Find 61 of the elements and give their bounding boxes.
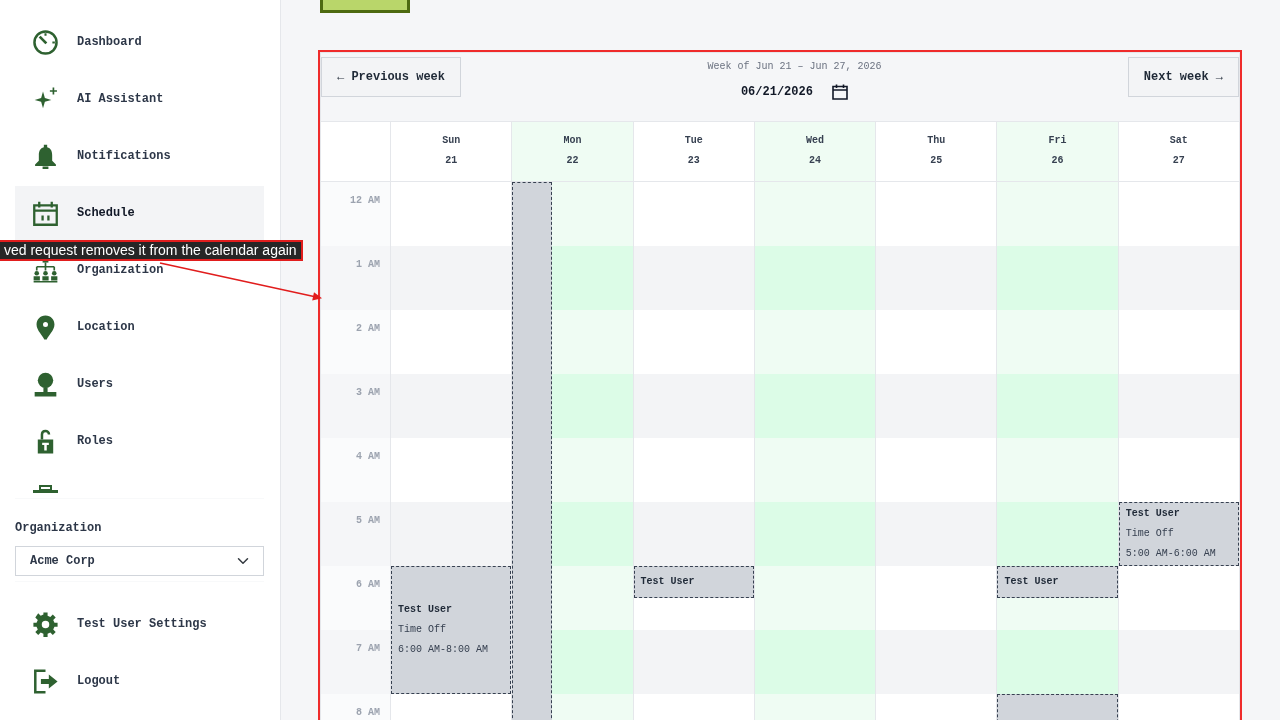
nav-item[interactable]: Roles <box>15 428 264 454</box>
hour-label: 12 AM <box>350 195 380 206</box>
gear-icon <box>33 611 58 637</box>
hour-label: 4 AM <box>356 451 380 462</box>
event-title: Test User <box>398 603 453 617</box>
event-block[interactable] <box>512 182 552 720</box>
day-date: 23 <box>687 154 700 168</box>
day-name: Fri <box>1048 134 1067 148</box>
hour-label: 5 AM <box>356 515 380 526</box>
nav-item[interactable]: Dashboard <box>15 29 264 55</box>
event-type: Time Off <box>1125 527 1175 541</box>
day-date: 22 <box>566 154 579 168</box>
event-type: Time Off <box>398 623 447 637</box>
hour-label: 1 AM <box>356 259 380 270</box>
day-name: Wed <box>806 134 824 148</box>
day-date: 25 <box>930 154 943 168</box>
calendar-icon[interactable] <box>831 84 848 100</box>
next-week-button[interactable]: Next week → <box>1127 57 1239 97</box>
user-icon <box>33 371 58 397</box>
event-time: 6:00 AM-8:00 AM <box>398 643 489 657</box>
day-date: 21 <box>445 154 458 168</box>
day-name: Tue <box>684 134 703 148</box>
date-field[interactable]: 06/21/2026 <box>740 83 821 101</box>
event-title: Test User <box>1004 575 1060 589</box>
nav-item[interactable]: Test User Settings <box>15 611 264 637</box>
day-name: Sat <box>1169 134 1188 148</box>
event-time: 5:00 AM-6:00 AM <box>1125 547 1217 561</box>
cut-off-tab[interactable] <box>320 0 410 13</box>
nav-item[interactable]: Users <box>15 371 264 397</box>
gauge-icon <box>33 29 58 55</box>
nav-item[interactable]: AI Assistant <box>15 86 264 112</box>
day-date: 26 <box>1051 154 1064 168</box>
previous-week-button[interactable]: ← Previous week <box>321 57 462 97</box>
nav-item[interactable]: Notifications <box>15 143 264 169</box>
day-date: 27 <box>1172 154 1185 168</box>
day-name: Thu <box>927 134 946 148</box>
event-block[interactable]: Test User <box>633 566 754 598</box>
event-block[interactable]: Test User Time Off 6:00 AM-8:00 AM <box>391 566 512 694</box>
door-arrow-icon <box>33 668 58 694</box>
cut-off-icon <box>33 485 58 493</box>
field-label: Organization <box>15 520 102 536</box>
bell-icon <box>33 143 58 169</box>
event-block[interactable]: Test User Time Off 5:00 AM-6:00 AM <box>1118 502 1239 566</box>
day-name: Mon <box>563 134 582 148</box>
week-range-text: Week of Jun 21 – Jun 27, 2026 <box>707 60 882 74</box>
event-block[interactable]: Test User <box>997 566 1118 598</box>
nav-item[interactable]: Schedule <box>15 186 264 240</box>
event-title: Test User <box>640 575 696 589</box>
hour-label: 7 AM <box>356 643 380 654</box>
nav-item[interactable]: Logout <box>15 668 264 694</box>
hour-label: 8 AM <box>356 707 380 718</box>
calendar-icon <box>33 200 58 226</box>
day-date: 24 <box>809 154 821 168</box>
day-name: Sun <box>442 134 461 148</box>
hour-label: 3 AM <box>356 387 380 398</box>
hour-label: 6 AM <box>356 579 380 590</box>
annotation-label: ved request removes it from the calendar again <box>0 240 303 261</box>
organization-select[interactable]: Acme Corp <box>15 546 264 576</box>
hour-label: 2 AM <box>356 323 380 334</box>
event-title: Test User <box>1125 507 1181 521</box>
nav-item[interactable]: Location <box>15 314 264 340</box>
